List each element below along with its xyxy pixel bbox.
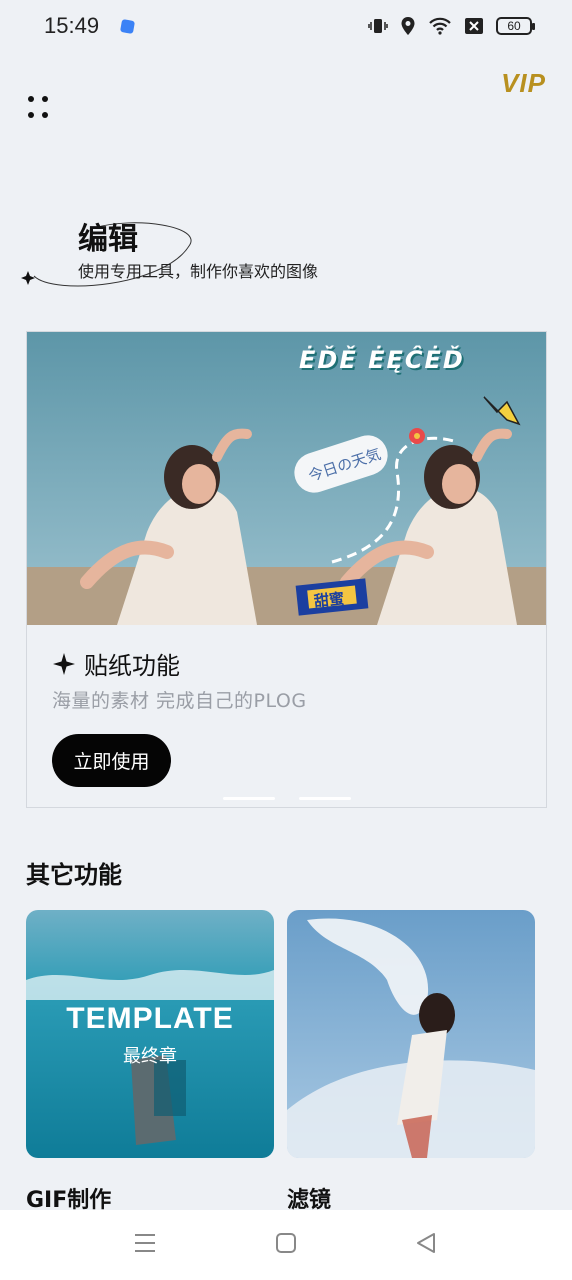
sparkle-icon [53, 652, 75, 675]
home-nav-icon[interactable] [275, 1232, 297, 1254]
system-nav-bar [0, 1210, 572, 1280]
grid-menu-icon[interactable] [26, 94, 54, 122]
feature-title-text: 贴纸功能 [84, 652, 180, 680]
section-title-other: 其它功能 [26, 861, 122, 889]
gif-tile-subtitle: 最终章 [123, 1046, 177, 1067]
feature-title: 贴纸功能 [52, 646, 180, 681]
no-sim-icon [465, 18, 483, 34]
sticker-tag-text: 甜蜜 [313, 589, 345, 611]
menu-nav-icon[interactable] [134, 1232, 156, 1254]
back-nav-icon[interactable] [415, 1232, 437, 1254]
vip-badge[interactable]: VIP [501, 68, 546, 99]
location-icon [401, 17, 415, 35]
gif-maker-tile[interactable]: TEMPLATE 最终章 [26, 910, 274, 1158]
battery-indicator: 60 [496, 17, 535, 35]
filter-tile[interactable] [287, 910, 535, 1158]
carousel-dot [223, 797, 275, 800]
wifi-icon [429, 17, 451, 35]
status-bar: 15:49 60 [0, 0, 572, 52]
status-time: 15:49 [44, 13, 100, 38]
sticker-banner-text: ĖĎĚ ĖĘĈĖĎ [299, 346, 465, 374]
status-icons: 60 [368, 16, 535, 36]
feature-description: 海量的素材 完成自己的PLOG [52, 690, 307, 712]
sticker-feature-image: ĖĎĚ ĖĘĈĖĎ 今日の天気 甜蜜 [27, 332, 546, 625]
app-notification-icon [120, 18, 136, 34]
vibrate-icon [368, 19, 388, 33]
use-now-button[interactable]: 立即使用 [52, 734, 171, 787]
gif-tile-title: TEMPLATE [66, 1002, 234, 1035]
carousel-indicator [223, 797, 351, 800]
page-title: 编辑 [78, 222, 138, 257]
page-subtitle: 使用专用工具，制作你喜欢的图像 [78, 262, 319, 281]
carousel-dot [299, 797, 351, 800]
